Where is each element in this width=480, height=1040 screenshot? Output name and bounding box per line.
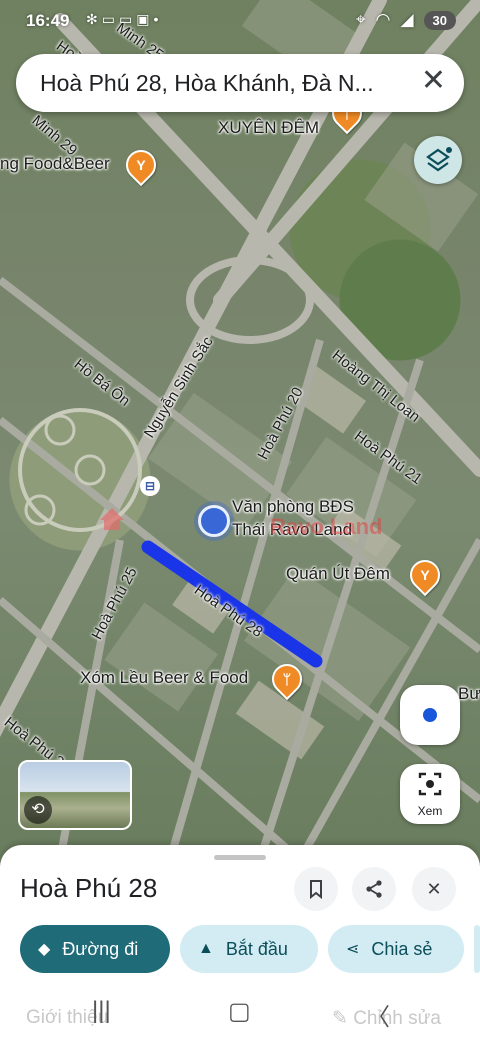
bookmark-icon [310,880,322,899]
camera-scan-icon [418,772,442,796]
signal-icon: ◢ [400,10,414,29]
close-sheet-button[interactable]: ✕ [412,867,456,911]
navigation-arrow-icon: ▲ [198,940,214,957]
close-icon[interactable]: ✕ [421,66,446,96]
lens-view-button[interactable]: Xem [400,764,460,824]
share-button[interactable]: ⋖ Chia sẻ [328,925,464,973]
more-actions-chip[interactable] [474,925,480,973]
directions-icon: ◆ [38,941,51,958]
drink-icon: Y [420,567,430,583]
lens-label: Xem [417,804,443,818]
directions-button[interactable]: ◆ Đường đi [20,925,170,973]
food-icon: ᛘ [282,671,292,687]
location-icon: ⌖ [356,10,366,29]
notification-icons: ✻▭▭▣• [86,11,162,28]
save-button[interactable] [294,867,338,911]
my-location-button[interactable] [400,685,460,745]
poi-label[interactable]: Xóm Lều Beer & Food [80,668,248,688]
poi-label[interactable]: Quán Út Đêm [286,564,390,584]
rotate-360-icon: ⟲ [24,796,52,824]
share-label: Chia sẻ [371,938,433,959]
recents-icon[interactable]: ||| [92,997,111,1025]
location-dot-icon [423,708,437,722]
share-icon [366,880,382,898]
zalo-icon: ▭ [118,11,137,27]
system-nav-bar: ||| ▢ 〈 [0,995,480,1040]
image-icon: ▣ [136,11,154,27]
back-icon[interactable]: 〈 [366,997,390,1032]
place-marker[interactable] [198,505,230,537]
poi-label[interactable]: ng Food&Beer [0,154,110,174]
dot-icon: • [153,11,163,27]
search-bar[interactable]: Hoà Phú 28, Hòa Khánh, Đà N... ✕ [16,54,464,112]
drink-icon: Y [136,157,146,173]
battery-indicator: 30 [423,10,456,30]
poi-label[interactable]: Bư [458,684,480,704]
bus-stop-icon[interactable]: ⊟ [140,476,160,496]
start-label: Bắt đầu [225,938,288,959]
share-icon-button[interactable] [352,867,396,911]
status-bar: 16:49 ✻▭▭▣• ⌖ ◠ ◢ 30 [0,0,480,44]
status-time: 16:49 [26,11,70,30]
layers-button[interactable] [414,136,462,184]
drag-handle[interactable] [214,855,266,860]
wifi-icon: ◠ [375,10,391,29]
share-icon: ⋖ [346,941,360,958]
poi-label[interactable]: XUYÊN ĐÊM [218,118,319,138]
layers-icon [426,147,452,172]
place-title: Hoà Phú 28 [20,873,158,903]
watermark-text: Ravo Land [270,514,383,539]
gear-icon: ✻ [86,11,102,27]
home-icon[interactable]: ▢ [228,997,251,1026]
search-input[interactable]: Hoà Phú 28, Hòa Khánh, Đà N... [40,70,400,97]
street-view-thumbnail[interactable]: ⟲ [18,760,132,830]
start-button[interactable]: ▲ Bắt đầu [180,925,318,973]
close-icon: ✕ [426,878,442,899]
zalo-icon: ▭ [101,11,119,27]
directions-label: Đường đi [62,938,139,959]
